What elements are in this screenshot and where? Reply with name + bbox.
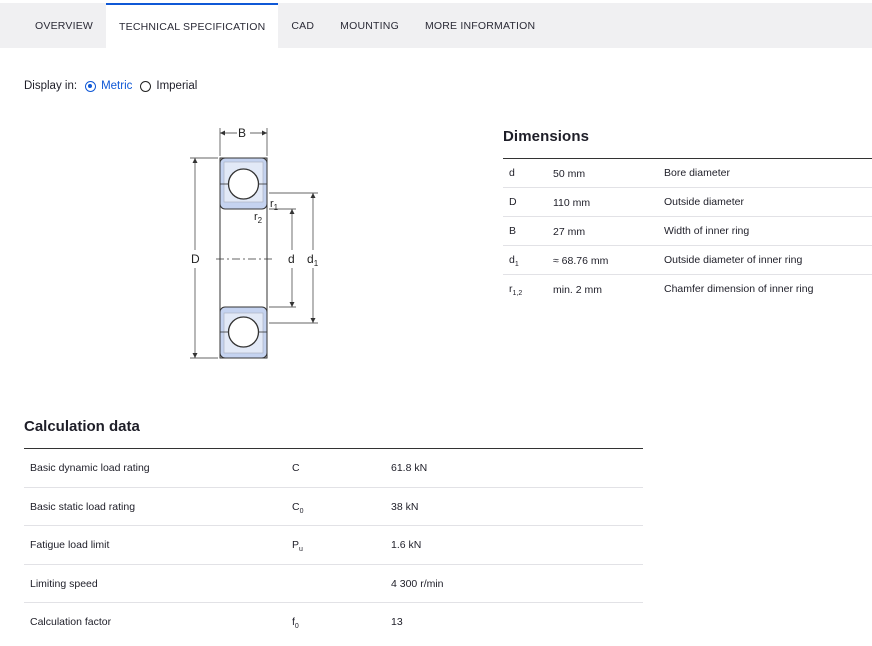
table-row: Basic dynamic load rating C 61.8 kN <box>24 449 643 488</box>
calc-symbol: C0 <box>292 500 304 515</box>
table-row: B 27 mm Width of inner ring <box>503 217 872 246</box>
dim-value: ≈ 68.76 mm <box>553 255 609 267</box>
calc-label: Limiting speed <box>30 577 98 590</box>
tab-overview[interactable]: OVERVIEW <box>0 3 106 48</box>
tab-more-information[interactable]: MORE INFORMATION <box>412 3 548 48</box>
dim-value: 27 mm <box>553 226 586 238</box>
label-B: B <box>238 126 246 140</box>
tab-technical-specification[interactable]: TECHNICAL SPECIFICATION <box>106 3 279 48</box>
calc-value: 1.6 kN <box>391 539 422 551</box>
calc-value: 61.8 kN <box>391 462 428 474</box>
calc-value: 38 kN <box>391 500 419 513</box>
calculation-data-table: Basic dynamic load rating C 61.8 kN Basi… <box>24 448 643 641</box>
dim-description: Chamfer dimension of inner ring <box>664 283 814 295</box>
calc-label: Calculation factor <box>30 616 112 628</box>
dimensions-table: d 50 mm Bore diameter D 110 mm Outside d… <box>503 158 872 303</box>
tab-bar: OVERVIEW TECHNICAL SPECIFICATION CAD MOU… <box>0 3 872 48</box>
tab-mounting[interactable]: MOUNTING <box>327 3 412 48</box>
dim-symbol: r1,2 <box>509 283 523 298</box>
bearing-cross-section-drawing: B D d d1 r1 r2 <box>190 126 319 359</box>
dim-symbol: B <box>509 225 517 237</box>
imperial-radio[interactable] <box>140 80 152 92</box>
label-d1: d1 <box>307 252 319 268</box>
label-d: d <box>288 252 295 266</box>
tab-cad[interactable]: CAD <box>278 3 327 48</box>
dim-description: Width of inner ring <box>664 225 750 237</box>
dim-description: Outside diameter <box>664 196 744 208</box>
table-row: Limiting speed 4 300 r/min <box>24 565 643 603</box>
table-row: Basic static load rating C0 38 kN <box>24 488 643 526</box>
table-row: r1,2 min. 2 mm Chamfer dimension of inne… <box>503 275 872 303</box>
calc-label: Fatigue load limit <box>30 539 110 551</box>
dim-description: Outside diameter of inner ring <box>664 254 803 266</box>
table-row: D 110 mm Outside diameter <box>503 188 872 217</box>
dim-symbol: d1 <box>509 254 519 269</box>
top-ball <box>227 168 260 200</box>
metric-radio[interactable] <box>85 80 97 92</box>
table-row: d 50 mm Bore diameter <box>503 159 872 188</box>
dim-symbol: D <box>509 196 517 208</box>
calc-symbol: Pu <box>292 539 303 554</box>
dim-value: 50 mm <box>553 168 586 180</box>
calc-symbol: C <box>292 462 300 474</box>
table-row: d1 ≈ 68.76 mm Outside diameter of inner … <box>503 246 872 275</box>
table-row: Calculation factor f0 13 <box>24 603 643 641</box>
dim-symbol: d <box>509 167 515 179</box>
calc-label: Basic static load rating <box>30 500 136 513</box>
metric-label[interactable]: Metric <box>101 80 132 92</box>
label-r2: r2 <box>254 211 263 225</box>
calculation-data-title: Calculation data <box>24 418 140 435</box>
table-row: Fatigue load limit Pu 1.6 kN <box>24 526 643 565</box>
dim-description: Bore diameter <box>664 167 730 179</box>
imperial-label[interactable]: Imperial <box>156 80 197 92</box>
unit-selector: Display in: Metric Imperial <box>24 80 197 92</box>
display-in-label: Display in: <box>24 80 78 92</box>
calc-value: 13 <box>391 616 403 628</box>
dim-value: min. 2 mm <box>553 284 603 296</box>
dim-value: 110 mm <box>553 197 591 209</box>
label-D: D <box>191 252 200 266</box>
label-r1: r1 <box>270 198 279 212</box>
calc-symbol: f0 <box>292 616 299 631</box>
calc-value: 4 300 r/min <box>391 577 444 590</box>
calc-label: Basic dynamic load rating <box>30 462 150 474</box>
bottom-ball <box>227 316 260 348</box>
dimensions-title: Dimensions <box>503 128 590 145</box>
